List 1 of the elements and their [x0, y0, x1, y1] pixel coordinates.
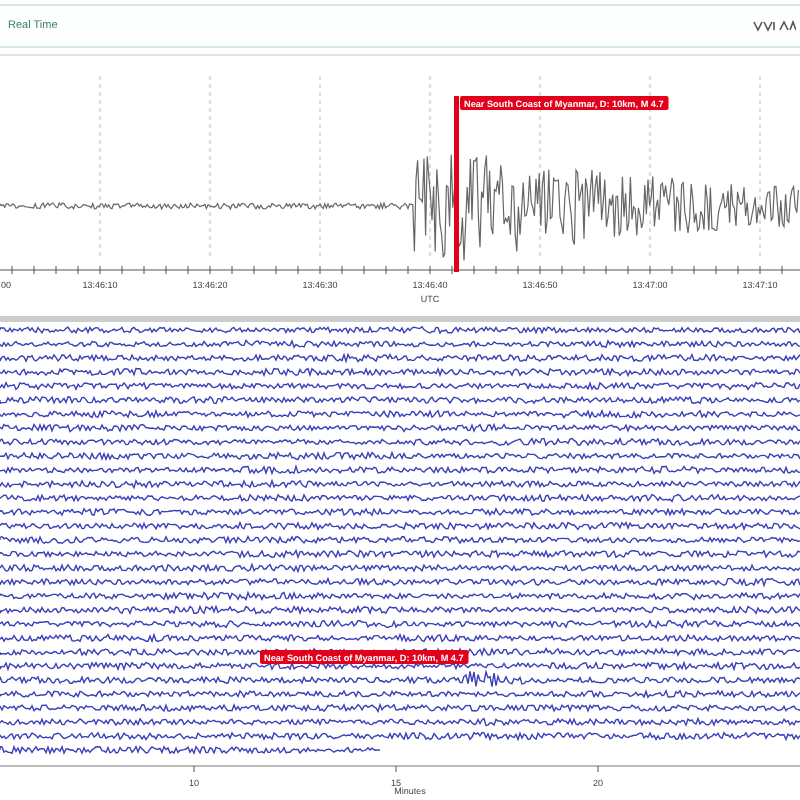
logo-icon: [752, 20, 796, 32]
